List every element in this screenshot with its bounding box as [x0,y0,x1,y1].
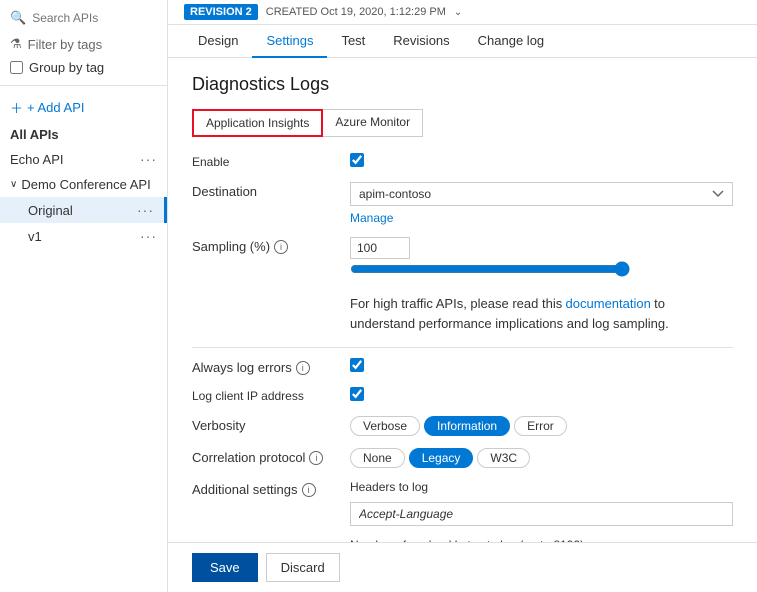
always-log-row: Always log errors i [192,358,733,375]
correlation-info-icon[interactable]: i [309,451,323,465]
original-dots[interactable]: ··· [137,202,154,218]
log-ip-control [350,387,733,404]
verbosity-information[interactable]: Information [424,416,510,436]
group-checkbox[interactable] [10,61,23,74]
tab-settings[interactable]: Settings [252,25,327,58]
correlation-legacy[interactable]: Legacy [409,448,474,468]
always-log-info-icon[interactable]: i [296,361,310,375]
sidebar-item-echo[interactable]: Echo API ··· [0,146,167,172]
sampling-slider[interactable] [350,261,630,277]
manage-link[interactable]: Manage [350,211,393,225]
save-button[interactable]: Save [192,553,258,582]
original-label: Original [28,203,73,218]
verbosity-verbose[interactable]: Verbose [350,416,420,436]
headers-input[interactable] [350,502,733,526]
echo-api-label: Echo API [10,152,63,167]
subtab-azure-monitor[interactable]: Azure Monitor [323,109,423,137]
info-text: For high traffic APIs, please read this … [350,294,733,333]
sampling-control [350,237,733,282]
revision-badge: REVISION 2 [184,4,258,20]
group-row[interactable]: Group by tag [0,56,167,79]
filter-row[interactable]: ⚗ Filter by tags [0,32,167,56]
additional-info-icon[interactable]: i [302,483,316,497]
verbosity-control: Verbose Information Error [350,416,733,436]
tab-design[interactable]: Design [184,25,252,58]
search-input[interactable] [32,11,157,25]
enable-label: Enable [192,153,342,169]
discard-button[interactable]: Discard [266,553,340,582]
nav-tabs: Design Settings Test Revisions Change lo… [168,25,757,58]
content-area: Diagnostics Logs Application Insights Az… [168,58,757,542]
v1-group: v1 [10,229,42,244]
additional-settings-row: Additional settings i Headers to log Num… [192,480,733,542]
footer: Save Discard [168,542,757,592]
tab-changelog[interactable]: Change log [464,25,559,58]
verbosity-row: Verbosity Verbose Information Error [192,416,733,436]
destination-row: Destination apim-contoso Manage [192,182,733,225]
sampling-info-icon[interactable]: i [274,240,288,254]
log-ip-checkbox[interactable] [350,387,364,401]
search-icon: 🔍 [10,10,26,26]
group-label: Group by tag [29,60,104,75]
sidebar-item-original[interactable]: Original ··· [0,197,167,223]
divider-1 [0,85,167,86]
correlation-none[interactable]: None [350,448,405,468]
correlation-w3c[interactable]: W3C [477,448,530,468]
sub-tabs: Application Insights Azure Monitor [192,109,733,137]
slider-container [350,259,733,282]
additional-settings-label: Additional settings i [192,480,342,497]
page-title: Diagnostics Logs [192,74,733,95]
sidebar-item-v1[interactable]: v1 ··· [0,223,167,249]
always-log-control [350,358,733,375]
enable-row: Enable [192,153,733,170]
search-row[interactable]: 🔍 [0,4,167,32]
topbar: REVISION 2 CREATED Oct 19, 2020, 1:12:29… [168,0,757,25]
correlation-group: None Legacy W3C [350,448,733,468]
headers-label: Headers to log [350,480,733,494]
all-apis-header: All APIs [0,123,167,146]
correlation-control: None Legacy W3C [350,448,733,468]
original-group: Original [10,203,73,218]
subtab-application-insights[interactable]: Application Insights [192,109,323,137]
demo-chevron-icon: ∨ [10,179,17,190]
verbosity-error[interactable]: Error [514,416,567,436]
filter-label: Filter by tags [28,37,102,52]
sidebar-item-demo-conference[interactable]: ∨ Demo Conference API [0,172,167,197]
sidebar: 🔍 ⚗ Filter by tags Group by tag ＋ + Add … [0,0,168,592]
add-api-label: + Add API [27,100,84,115]
main-content: REVISION 2 CREATED Oct 19, 2020, 1:12:29… [168,0,757,592]
echo-api-dots[interactable]: ··· [140,151,157,167]
verbosity-label: Verbosity [192,416,342,433]
correlation-label: Correlation protocol i [192,448,342,465]
divider-2 [192,347,733,348]
destination-dropdown[interactable]: apim-contoso [350,182,733,206]
demo-conference-label: Demo Conference API [21,177,150,192]
always-log-label: Always log errors i [192,358,342,375]
enable-checkbox[interactable] [350,153,364,167]
verbosity-group: Verbose Information Error [350,416,733,436]
documentation-link[interactable]: documentation [566,296,651,311]
sampling-number-input[interactable] [350,237,410,259]
v1-label: v1 [28,229,42,244]
log-ip-row: Log client IP address [192,387,733,404]
destination-label: Destination [192,182,342,199]
tab-revisions[interactable]: Revisions [379,25,463,58]
v1-dots[interactable]: ··· [140,228,157,244]
log-ip-label: Log client IP address [192,387,342,403]
enable-control [350,153,733,170]
tab-test[interactable]: Test [327,25,379,58]
sampling-row: Sampling (%) i [192,237,733,282]
always-log-checkbox[interactable] [350,358,364,372]
correlation-row: Correlation protocol i None Legacy W3C [192,448,733,468]
add-api-button[interactable]: ＋ + Add API [0,92,167,123]
add-icon: ＋ [10,98,23,117]
demo-conference-group: ∨ Demo Conference API [10,177,151,192]
revision-dropdown-icon[interactable]: ⌄ [454,7,462,18]
filter-icon: ⚗ [10,36,22,52]
created-text: CREATED Oct 19, 2020, 1:12:29 PM [266,6,446,18]
destination-control: apim-contoso Manage [350,182,733,225]
additional-settings-control: Headers to log Number of payload bytes t… [350,480,733,542]
sampling-label: Sampling (%) i [192,237,342,254]
